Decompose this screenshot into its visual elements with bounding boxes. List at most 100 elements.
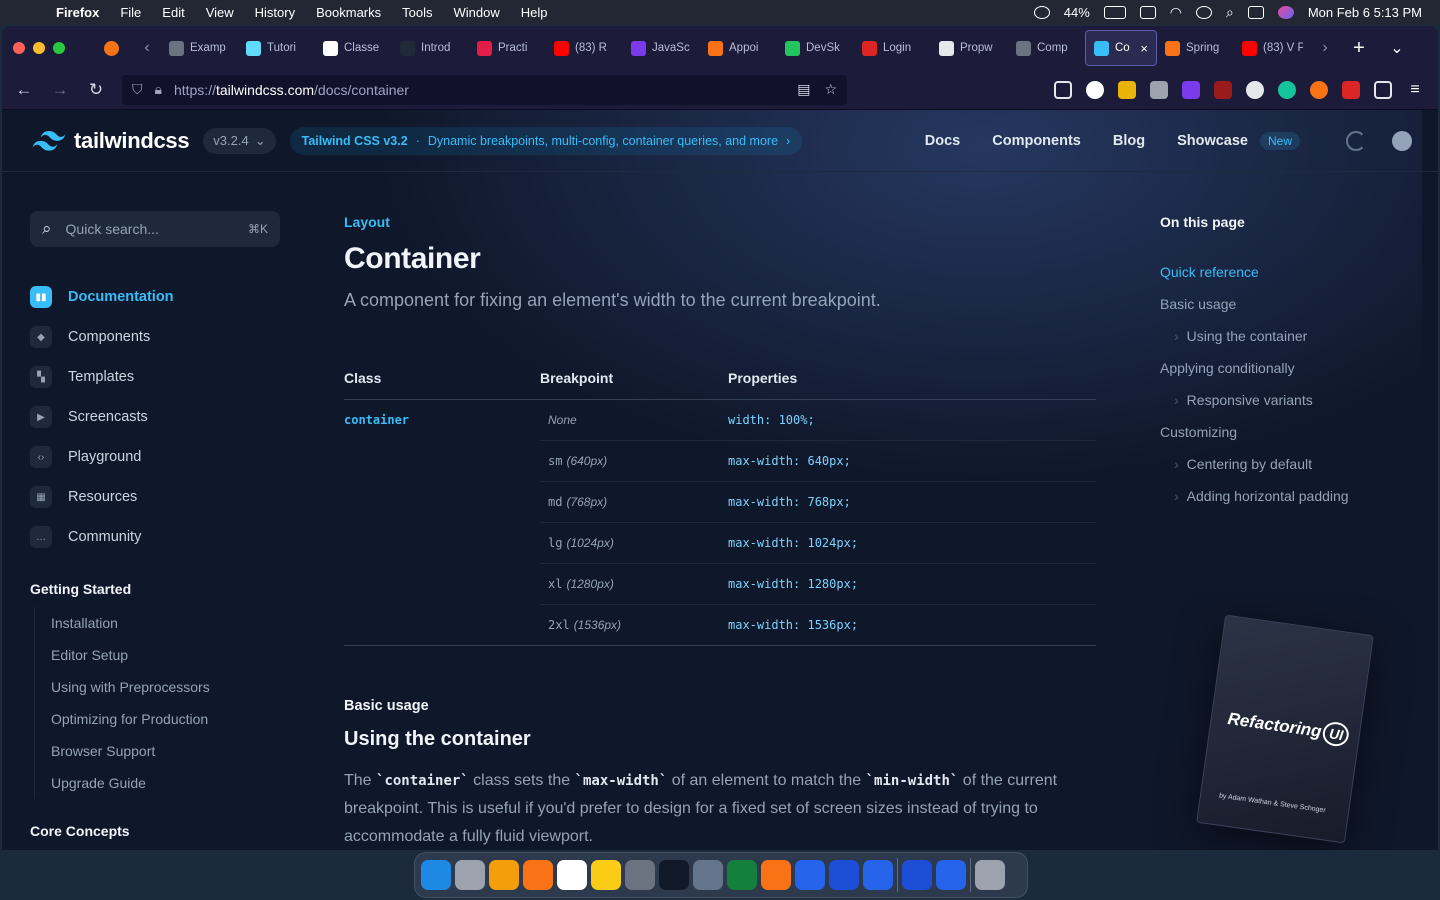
control-center-icon[interactable] [1247, 6, 1264, 19]
tracking-protection-icon[interactable]: ⛉ [132, 81, 143, 98]
forward-button[interactable]: → [42, 80, 78, 100]
nav-components[interactable]: Components [992, 133, 1081, 149]
menu-help[interactable]: Help [521, 5, 548, 20]
dock-app-icon[interactable] [489, 860, 519, 890]
dock-app-icon[interactable] [727, 860, 757, 890]
menu-edit[interactable]: Edit [162, 5, 184, 20]
browser-tab[interactable]: Comp [1008, 30, 1085, 66]
dock-app-icon[interactable] [761, 860, 791, 890]
nav-docs[interactable]: Docs [925, 133, 960, 149]
dock-app-icon[interactable] [557, 860, 587, 890]
extension-2-icon[interactable] [1182, 80, 1200, 99]
dock-app-icon[interactable] [693, 860, 723, 890]
hamburger-menu-icon[interactable]: ≡ [1406, 81, 1424, 99]
browser-tab[interactable]: Practi [469, 30, 546, 66]
lock-icon[interactable]: 🔒︎ [155, 81, 162, 98]
minimize-window-button[interactable] [33, 42, 45, 54]
menubar-clock[interactable]: Mon Feb 6 5:13 PM [1308, 5, 1422, 20]
toc-link[interactable]: Applying conditionally [1160, 352, 1420, 384]
extension-s-icon[interactable] [1150, 80, 1168, 99]
sidebar-item-community[interactable]: … Community [30, 517, 290, 557]
link-editor-setup[interactable]: Editor Setup [35, 639, 290, 671]
announcement-link[interactable]: Tailwind CSS v3.2 · Dynamic breakpoints,… [289, 126, 803, 155]
browser-tab[interactable]: Examp [161, 30, 238, 66]
dock-app-icon[interactable] [975, 860, 1005, 890]
quick-search-button[interactable]: ⌕ Quick search... ⌘K [30, 211, 280, 247]
reader-view-icon[interactable]: ▤ [797, 81, 810, 98]
sidebar-item-components[interactable]: ◆ Components [30, 317, 290, 357]
dock-app-icon[interactable] [421, 860, 451, 890]
browser-tab[interactable]: Login [854, 30, 931, 66]
dock-app-icon[interactable] [902, 860, 932, 890]
menu-view[interactable]: View [206, 5, 234, 20]
display-icon[interactable] [1139, 6, 1156, 19]
siri-icon[interactable] [1277, 6, 1294, 19]
theme-toggle-moon-icon[interactable] [1346, 130, 1366, 151]
new-tab-button[interactable]: + [1345, 37, 1373, 60]
toc-link[interactable]: Basic usage [1160, 288, 1420, 320]
browser-tab[interactable]: (83) V PLAYIN [1234, 30, 1311, 66]
sidebar-item-screencasts[interactable]: ▶ Screencasts [30, 397, 290, 437]
bookmark-star-icon[interactable]: ☆ [824, 81, 837, 98]
tab-scroll-right-icon[interactable]: › [1311, 39, 1339, 57]
dock-app-icon[interactable] [625, 860, 655, 890]
sidebar-item-templates[interactable]: ▚ Templates [30, 357, 290, 397]
menu-app-name[interactable]: Firefox [56, 5, 99, 20]
sidebar-item-documentation[interactable]: ▮▮ Documentation [30, 277, 290, 317]
browser-tab[interactable]: Introd [392, 30, 469, 66]
close-tab-icon[interactable]: × [1140, 41, 1148, 56]
dock-app-icon[interactable] [523, 860, 553, 890]
dock-app-icon[interactable] [455, 860, 485, 890]
toc-link[interactable]: Using the container [1160, 320, 1420, 352]
browser-tab[interactable]: Propw [931, 30, 1008, 66]
extensions-puzzle-icon[interactable] [1374, 80, 1392, 99]
wifi-icon[interactable]: ◠ [1170, 4, 1182, 21]
extension-cookie-icon[interactable] [1118, 80, 1136, 99]
lastpass-icon[interactable] [1342, 80, 1360, 99]
sidebar-item-resources[interactable]: ▦ Resources [30, 477, 290, 517]
url-text[interactable]: https://tailwindcss.com/docs/container [174, 82, 409, 98]
dock-app-icon[interactable] [936, 860, 966, 890]
browser-tab[interactable]: JavaSc [623, 30, 700, 66]
grammarly-icon[interactable] [1278, 80, 1296, 99]
sidebar-item-playground[interactable]: ‹› Playground [30, 437, 290, 477]
toc-link[interactable]: Responsive variants [1160, 384, 1420, 416]
toc-link[interactable]: Centering by default [1160, 448, 1420, 480]
link-optimizing[interactable]: Optimizing for Production [35, 703, 290, 735]
dock-app-icon[interactable] [795, 860, 825, 890]
toc-link[interactable]: Quick reference [1160, 256, 1420, 288]
extension-e-icon[interactable] [1086, 80, 1104, 99]
tailwind-logo[interactable]: tailwindcss [32, 128, 190, 154]
refactoring-ui-promo[interactable]: Refactoring UI by Adam Wathan & Steve Sch… [1140, 590, 1438, 850]
ublock-icon[interactable] [1214, 80, 1232, 99]
dock-app-icon[interactable] [863, 860, 893, 890]
extension-orange-icon[interactable] [1310, 80, 1328, 99]
tab-scroll-left-icon[interactable]: ‹ [133, 39, 161, 57]
github-icon[interactable] [1392, 130, 1412, 151]
browser-tab[interactable]: Classe [315, 30, 392, 66]
menu-window[interactable]: Window [454, 5, 500, 20]
screen-record-icon[interactable] [1033, 6, 1050, 19]
browser-tab[interactable]: Cor × [1085, 30, 1157, 66]
reload-button[interactable]: ↻ [78, 80, 114, 100]
list-all-tabs-icon[interactable]: ⌄ [1383, 38, 1411, 58]
toc-link[interactable]: Customizing [1160, 416, 1420, 448]
browser-tab[interactable]: Appoi [700, 30, 777, 66]
dock-app-icon[interactable] [591, 860, 621, 890]
menu-bookmarks[interactable]: Bookmarks [316, 5, 381, 20]
menu-tools[interactable]: Tools [402, 5, 432, 20]
battery-icon[interactable] [1103, 6, 1126, 19]
browser-tab[interactable]: DevSk [777, 30, 854, 66]
back-button[interactable]: ← [6, 80, 42, 100]
version-selector[interactable]: v3.2.4 ⌄ [203, 127, 276, 154]
browser-tab[interactable]: Tutori [238, 30, 315, 66]
zoom-window-button[interactable] [53, 42, 65, 54]
pocket-icon[interactable] [1054, 80, 1072, 99]
toc-link[interactable]: Adding horizontal padding [1160, 480, 1420, 512]
link-browser-support[interactable]: Browser Support [35, 735, 290, 767]
nav-blog[interactable]: Blog [1113, 133, 1145, 149]
link-upgrade-guide[interactable]: Upgrade Guide [35, 767, 290, 799]
browser-tab[interactable]: Spring [1157, 30, 1234, 66]
close-window-button[interactable] [13, 42, 25, 54]
url-bar[interactable]: ⛉ 🔒︎ https://tailwindcss.com/docs/contai… [122, 74, 847, 105]
